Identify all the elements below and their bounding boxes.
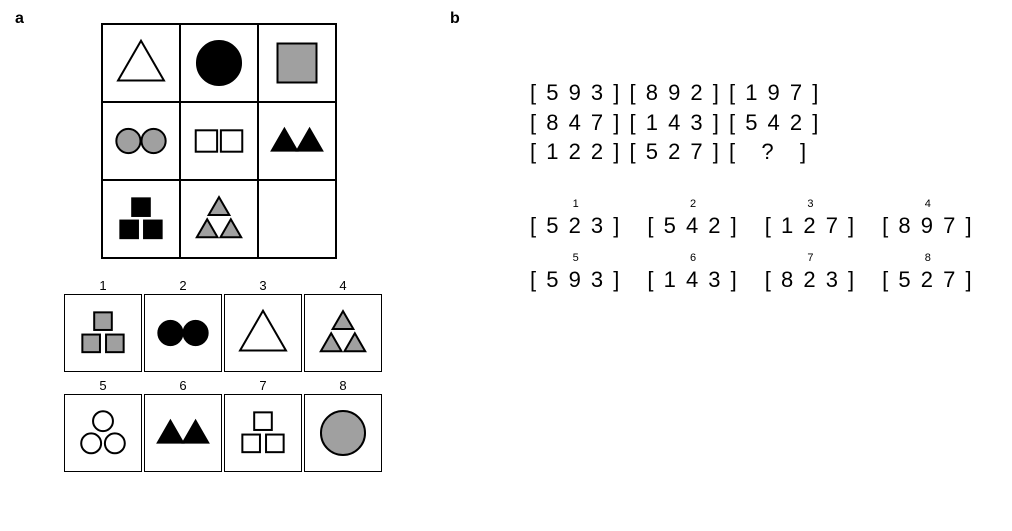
option-a-2[interactable]: 2 <box>144 294 222 372</box>
option-a-label: 8 <box>305 378 381 393</box>
option-a-label: 2 <box>145 278 221 293</box>
option-b-text: [ 8 2 3 ] <box>765 267 856 292</box>
option-a-7[interactable]: 7 <box>224 394 302 472</box>
option-a-label: 7 <box>225 378 301 393</box>
matrix-cell-2-2 <box>257 179 337 259</box>
panel-a-options: 1234 5678 <box>64 294 382 472</box>
option-a-5[interactable]: 5 <box>64 394 142 472</box>
matrix-cell-2-0 <box>101 179 181 259</box>
option-a-4[interactable]: 4 <box>304 294 382 372</box>
matrix-b-row-2: [ 1 2 2 ] [ 5 2 7 ] [ ? ] <box>530 137 974 167</box>
panel-b-options: 1[ 5 2 3 ] 2[ 5 4 2 ] 3[ 1 2 7 ] 4[ 8 9 7 ]… <box>530 213 974 293</box>
option-a-label: 1 <box>65 278 141 293</box>
matrix-cell-1-1 <box>179 101 259 181</box>
matrix-b-row-0: [ 5 9 3 ] [ 8 9 2 ] [ 1 9 7 ] <box>530 78 974 108</box>
option-b-2[interactable]: 2[ 5 4 2 ] <box>647 213 738 239</box>
option-b-text: [ 5 2 3 ] <box>530 213 621 238</box>
matrix-cell-1-2 <box>257 101 337 181</box>
matrix-cell-0-0 <box>101 23 181 103</box>
panel-a-matrix <box>102 24 336 258</box>
matrix-cell-0-1 <box>179 23 259 103</box>
option-a-3[interactable]: 3 <box>224 294 302 372</box>
option-a-label: 6 <box>145 378 221 393</box>
panel-b-label: b <box>450 10 460 28</box>
option-b-label: 3 <box>765 198 856 210</box>
option-b-label: 7 <box>765 252 856 264</box>
option-b-5[interactable]: 5[ 5 9 3 ] <box>530 267 621 293</box>
option-b-3[interactable]: 3[ 1 2 7 ] <box>765 213 856 239</box>
option-a-label: 4 <box>305 278 381 293</box>
option-b-text: [ 5 9 3 ] <box>530 267 621 292</box>
option-b-4[interactable]: 4[ 8 9 7 ] <box>882 213 973 239</box>
option-a-label: 3 <box>225 278 301 293</box>
option-b-text: [ 5 4 2 ] <box>647 213 738 238</box>
option-b-6[interactable]: 6[ 1 4 3 ] <box>647 267 738 293</box>
matrix-cell-2-1 <box>179 179 259 259</box>
option-b-label: 6 <box>647 252 738 264</box>
matrix-cell-1-0 <box>101 101 181 181</box>
option-b-label: 4 <box>882 198 973 210</box>
matrix-b-row-1: [ 8 4 7 ] [ 1 4 3 ] [ 5 4 2 ] <box>530 108 974 138</box>
option-b-label: 1 <box>530 198 621 210</box>
option-a-label: 5 <box>65 378 141 393</box>
option-b-text: [ 5 2 7 ] <box>882 267 973 292</box>
panel-b-area: [ 5 9 3 ] [ 8 9 2 ] [ 1 9 7 ][ 8 4 7 ] [… <box>530 78 974 321</box>
option-b-text: [ 1 2 7 ] <box>765 213 856 238</box>
option-b-label: 5 <box>530 252 621 264</box>
panel-b-matrix: [ 5 9 3 ] [ 8 9 2 ] [ 1 9 7 ][ 8 4 7 ] [… <box>530 78 974 167</box>
option-a-8[interactable]: 8 <box>304 394 382 472</box>
option-b-label: 8 <box>882 252 973 264</box>
option-b-text: [ 1 4 3 ] <box>647 267 738 292</box>
panel-a-label: a <box>15 10 24 28</box>
option-b-label: 2 <box>647 198 738 210</box>
option-b-7[interactable]: 7[ 8 2 3 ] <box>765 267 856 293</box>
option-b-1[interactable]: 1[ 5 2 3 ] <box>530 213 621 239</box>
matrix-cell-0-2 <box>257 23 337 103</box>
option-b-8[interactable]: 8[ 5 2 7 ] <box>882 267 973 293</box>
option-a-1[interactable]: 1 <box>64 294 142 372</box>
option-a-6[interactable]: 6 <box>144 394 222 472</box>
option-b-text: [ 8 9 7 ] <box>882 213 973 238</box>
